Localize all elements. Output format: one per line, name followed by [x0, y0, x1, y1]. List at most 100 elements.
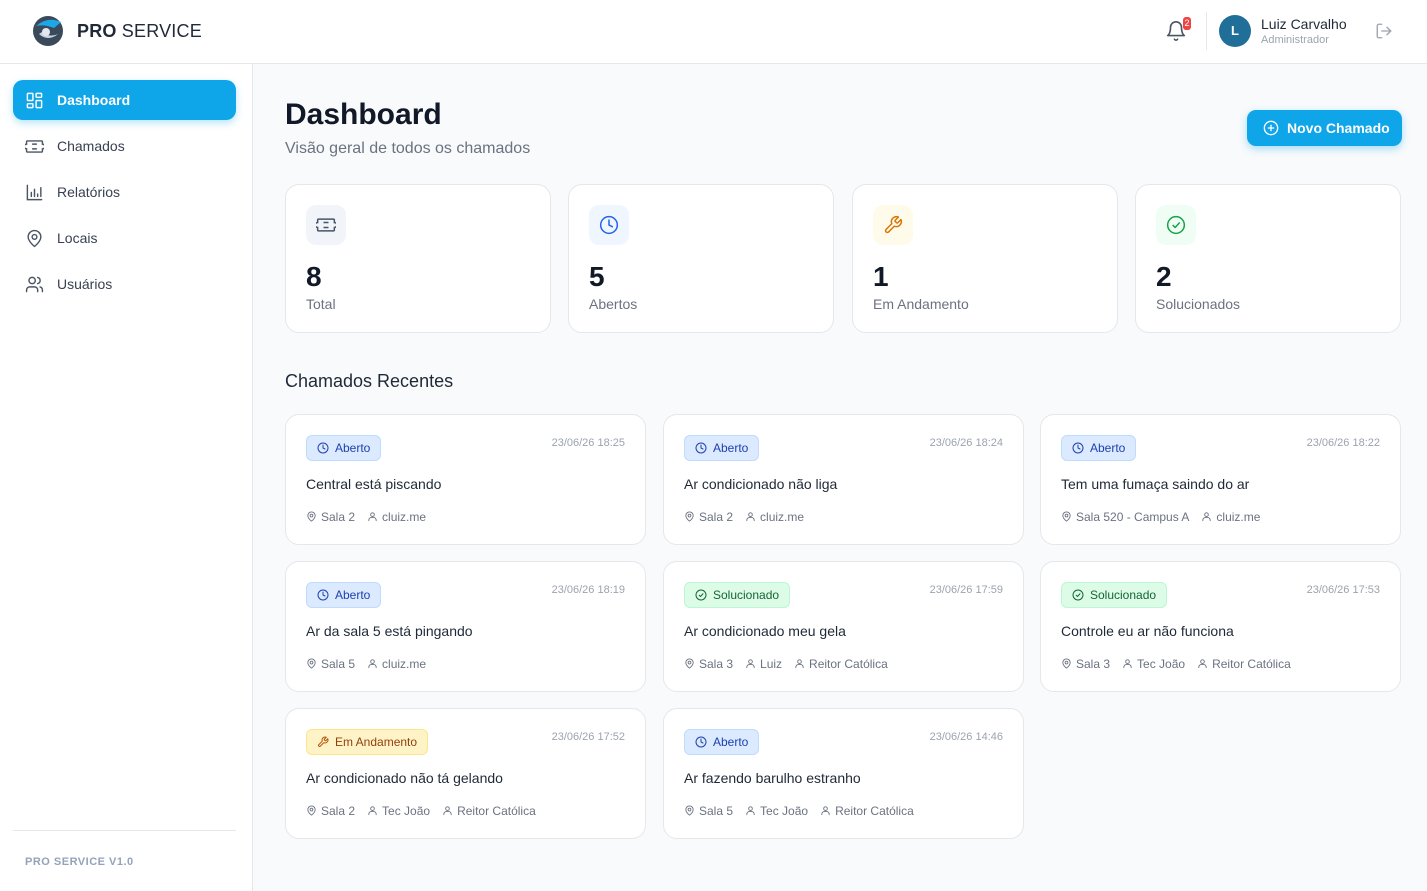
- recent-tickets-title: Chamados Recentes: [285, 371, 454, 391]
- clock-icon: [695, 736, 707, 748]
- ticket-meta: Sala 2 Tec João Reitor Católica: [306, 804, 548, 818]
- user-name[interactable]: Luiz Carvalho: [1261, 16, 1347, 32]
- ticket-title: Central está piscando: [306, 476, 442, 492]
- check-circle-icon: [1072, 589, 1084, 601]
- status-badge: Aberto: [1061, 435, 1137, 461]
- sidebar-item-label: Locais: [57, 230, 98, 246]
- ticket-card[interactable]: Solucionado 23/06/26 17:53 Controle eu ar …: [1040, 561, 1401, 692]
- clock-icon: [317, 442, 329, 454]
- ticket-meta: Sala 5 Tec João Reitor Católica: [684, 804, 926, 818]
- ticket-card[interactable]: Aberto 23/06/26 18:25 Central está piscand…: [285, 414, 646, 545]
- clock-icon: [695, 442, 707, 454]
- ticket-meta: Sala 3 Tec João Reitor Católica: [1061, 657, 1303, 671]
- ticket-icon: [316, 218, 336, 232]
- ticket-title: Ar condicionado não tá gelando: [306, 770, 503, 786]
- sidebar-item-locais[interactable]: Locais: [13, 218, 236, 258]
- stat-card-em-andamento: 1 Em Andamento: [852, 184, 1118, 333]
- stat-label: Em Andamento: [873, 296, 969, 312]
- ticket-location: Sala 5: [684, 804, 733, 818]
- user-icon: [746, 659, 755, 669]
- map-pin-icon: [27, 229, 42, 248]
- status-badge: Aberto: [306, 435, 382, 461]
- logout-icon[interactable]: [1375, 22, 1393, 40]
- ticket-date: 23/06/26 18:25: [551, 437, 625, 449]
- user-icon: [368, 806, 377, 816]
- page-title: Dashboard: [285, 98, 442, 131]
- sidebar-item-usuarios[interactable]: Usuários: [13, 264, 236, 304]
- user-icon: [443, 806, 452, 816]
- map-pin-icon: [685, 511, 694, 522]
- map-pin-icon: [307, 805, 316, 816]
- stat-icon-box: [589, 205, 629, 245]
- grid-icon: [26, 92, 43, 109]
- stat-value: 8: [306, 261, 322, 292]
- ticket-card[interactable]: Em Andamento 23/06/26 17:52 Ar condicionad…: [285, 708, 646, 839]
- sidebar-item-chamados[interactable]: Chamados: [13, 126, 236, 166]
- ticket-technician: Reitor Católica: [794, 657, 888, 671]
- ticket-location: Sala 2: [684, 510, 733, 524]
- ticket-location: Sala 5: [306, 657, 355, 671]
- ticket-card[interactable]: Aberto 23/06/26 18:24 Ar condicionado não …: [663, 414, 1024, 545]
- user-icon: [746, 806, 755, 816]
- user-icon: [746, 512, 755, 522]
- stat-icon-box: [873, 205, 913, 245]
- map-pin-icon: [307, 511, 316, 522]
- ticket-date: 23/06/26 17:59: [929, 584, 1003, 596]
- user-icon: [1202, 512, 1212, 522]
- brand-name: PRO SERVICE: [77, 21, 202, 41]
- stat-label: Total: [306, 296, 336, 312]
- plus-circle-icon: [1263, 120, 1279, 136]
- ticket-technician: Reitor Católica: [820, 804, 914, 818]
- map-pin-icon: [685, 658, 694, 669]
- ticket-user: Tec João: [1122, 657, 1185, 671]
- ticket-card[interactable]: Solucionado 23/06/26 17:59 Ar condicionado…: [663, 561, 1024, 692]
- ticket-meta: Sala 2 cluiz.me: [684, 510, 816, 524]
- user-icon: [1123, 659, 1132, 669]
- stat-card-solucionados: 2 Solucionados: [1135, 184, 1401, 333]
- ticket-location: Sala 3: [1061, 657, 1110, 671]
- check-circle-icon: [1166, 215, 1186, 235]
- sidebar-item-relatorios[interactable]: Relatórios: [13, 172, 236, 212]
- top-bar: PRO SERVICE 2 L Luiz Carvalho Administra…: [0, 0, 1427, 64]
- user-icon: [821, 806, 830, 816]
- sidebar: Dashboard Chamados Relatórios Locais Usu…: [0, 64, 253, 891]
- ticket-meta: Sala 5 cluiz.me: [306, 657, 438, 671]
- ticket-location: Sala 3: [684, 657, 733, 671]
- ticket-card[interactable]: Aberto 23/06/26 18:19 Ar da sala 5 está pi…: [285, 561, 646, 692]
- ticket-user: Luiz: [745, 657, 782, 671]
- ticket-card[interactable]: Aberto 23/06/26 14:46 Ar fazendo barulho e…: [663, 708, 1024, 839]
- ticket-title: Ar da sala 5 está pingando: [306, 623, 473, 639]
- ticket-card[interactable]: Aberto 23/06/26 18:22 Tem uma fumaça saind…: [1040, 414, 1401, 545]
- stat-value: 2: [1156, 261, 1172, 292]
- ticket-date: 23/06/26 18:24: [929, 437, 1003, 449]
- wrench-icon: [318, 736, 329, 747]
- ticket-title: Tem uma fumaça saindo do ar: [1061, 476, 1250, 492]
- ticket-meta: Sala 3 Luiz Reitor Católica: [684, 657, 900, 671]
- notification-badge: 2: [1183, 17, 1191, 30]
- ticket-title: Controle eu ar não funciona: [1061, 623, 1234, 639]
- map-pin-icon: [1062, 511, 1071, 522]
- map-pin-icon: [1062, 658, 1071, 669]
- sidebar-item-label: Usuários: [57, 276, 113, 292]
- stat-value: 1: [873, 261, 889, 292]
- avatar[interactable]: L: [1219, 15, 1251, 47]
- ticket-technician: Reitor Católica: [442, 804, 536, 818]
- status-badge: Aberto: [684, 435, 760, 461]
- user-icon: [368, 512, 377, 522]
- new-ticket-button[interactable]: Novo Chamado: [1247, 110, 1402, 146]
- ticket-location: Sala 2: [306, 510, 355, 524]
- stat-icon-box: [1156, 205, 1196, 245]
- wrench-icon: [884, 215, 903, 234]
- ticket-date: 23/06/26 14:46: [929, 731, 1003, 743]
- sidebar-item-dashboard[interactable]: Dashboard: [13, 80, 236, 120]
- pro-service-logo[interactable]: [30, 12, 66, 48]
- header-divider: [1206, 12, 1207, 50]
- status-badge: Aberto: [684, 729, 760, 755]
- page-subtitle: Visão geral de todos os chamados: [285, 140, 531, 157]
- clock-icon: [317, 589, 329, 601]
- stat-icon-box: [306, 205, 346, 245]
- ticket-location: Sala 520 - Campus A: [1061, 510, 1189, 524]
- status-badge: Em Andamento: [306, 729, 429, 755]
- ticket-technician: Reitor Católica: [1197, 657, 1291, 671]
- ticket-user: Tec João: [745, 804, 808, 818]
